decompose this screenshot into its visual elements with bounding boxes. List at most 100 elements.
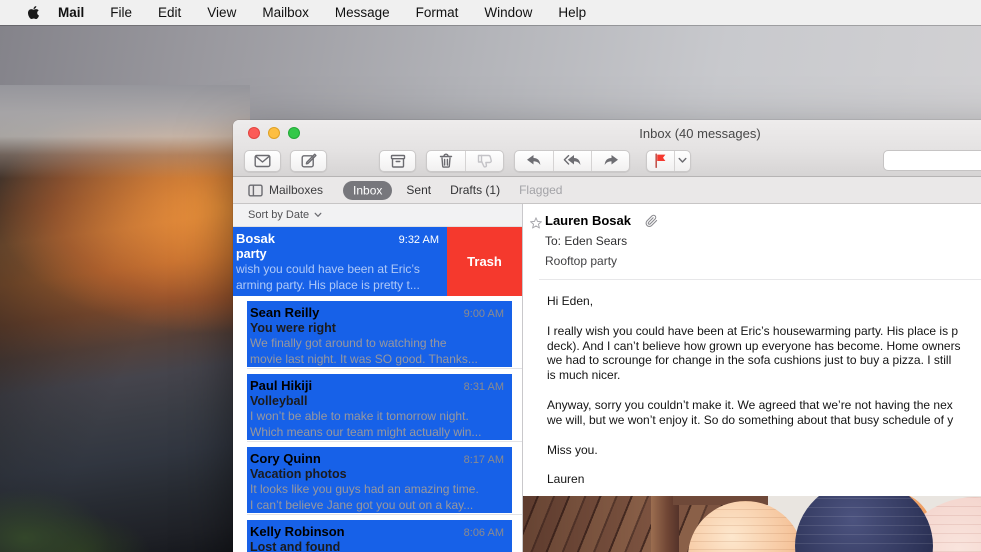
message-header: Lauren Bosak To: Eden Sears Rooftop part… — [523, 204, 981, 279]
body-paragraph: Anyway, sorry you couldn’t make it. We a… — [547, 398, 981, 428]
preview-line-1: I won’t be able to make it tomorrow nigh… — [250, 409, 469, 423]
forward-button[interactable] — [591, 150, 629, 171]
message-list-row[interactable]: Cory Quinn 8:17 AM Vacation photos It lo… — [233, 442, 522, 515]
message-preview: I won’t be able to make it tomorrow nigh… — [250, 409, 504, 440]
menu-item[interactable]: Help — [558, 5, 586, 20]
chevron-down-icon — [678, 157, 687, 163]
photo-lantern-navy — [795, 496, 933, 552]
title-bar[interactable]: Inbox (40 messages) — [233, 120, 981, 145]
favorites-tab[interactable]: Flagged — [519, 183, 562, 197]
flag-menu-button[interactable] — [674, 150, 690, 171]
apple-menu[interactable] — [27, 5, 40, 20]
content-area: Sort by Date Bosak 9:32 AM party wish yo… — [233, 204, 981, 552]
menu-item[interactable]: View — [207, 5, 236, 20]
body-paragraph: Hi Eden, — [547, 294, 981, 309]
sort-control[interactable]: Sort by Date — [233, 204, 522, 227]
traffic-lights — [248, 127, 300, 139]
window-title: Inbox (40 messages) — [639, 126, 761, 141]
body-line: is much nicer. — [547, 368, 621, 383]
favorites-tab[interactable]: Drafts (1) — [450, 183, 500, 197]
body-paragraph: I really wish you could have been at Eri… — [547, 324, 981, 383]
flag-group — [646, 149, 691, 172]
archive-icon — [390, 154, 405, 168]
apple-logo-icon — [27, 5, 40, 20]
message-subject: party — [236, 247, 267, 261]
body-line: we had to scrounge for change in the sof… — [547, 353, 952, 368]
menu-item[interactable]: Mailbox — [262, 5, 309, 20]
search-input[interactable] — [883, 150, 981, 171]
favorites-tab[interactable]: Inbox — [343, 180, 393, 200]
message-list-row[interactable]: Bosak 9:32 AM party wish you could have … — [233, 227, 522, 296]
favorites-tab[interactable]: Sent — [406, 183, 431, 197]
body-paragraph: Lauren — [547, 472, 981, 487]
flag-icon — [655, 153, 666, 168]
preview-line-2: Which means our team might actually win.… — [250, 424, 482, 439]
message-list-row[interactable]: Kelly Robinson 8:06 AM Lost and found — [233, 515, 522, 552]
body-line: Lauren — [547, 472, 585, 487]
paperclip-icon — [645, 214, 658, 227]
message-to: Eden Sears — [564, 234, 628, 248]
flag-button[interactable] — [647, 151, 674, 171]
compose-button[interactable] — [290, 149, 327, 172]
trash-icon — [439, 153, 453, 168]
to-label: To: — [545, 234, 562, 248]
preview-line-1: It looks like you guys had an amazing ti… — [250, 482, 479, 496]
reply-all-icon — [563, 154, 581, 165]
archive-button[interactable] — [379, 149, 416, 172]
favorites-tabs: Inbox Sent Drafts (1) Flagged — [343, 180, 581, 200]
message-body: Hi Eden, I really wish you could have bee… — [523, 280, 981, 487]
reply-icon — [527, 155, 541, 165]
body-line: deck). And I can’t believe how grown up … — [547, 338, 961, 353]
message-time: 8:17 AM — [463, 454, 504, 466]
thumbs-down-icon — [477, 154, 492, 168]
wallpaper-cliff — [0, 85, 250, 552]
envelope-icon — [254, 154, 271, 167]
message-subject: Vacation photos — [250, 467, 347, 481]
menu-item[interactable]: Edit — [158, 5, 181, 20]
attachment-photo — [523, 496, 981, 552]
message-subject: Volleyball — [250, 394, 308, 408]
junk-button[interactable] — [465, 150, 503, 171]
delete-button[interactable] — [427, 151, 465, 171]
menu-item[interactable]: Window — [484, 5, 532, 20]
body-line: we will, but we won’t enjoy it. So do so… — [547, 412, 954, 427]
reply-all-button[interactable] — [553, 150, 591, 171]
menu-items: Mail File Edit View Mailbox Message Format Wind… — [58, 5, 612, 20]
body-paragraph: Miss you. — [547, 443, 981, 458]
window-chrome: Inbox (40 messages) — [233, 120, 981, 177]
message-list-row[interactable]: Paul Hikiji 8:31 AM Volleyball I won’t b… — [233, 369, 522, 442]
menu-item[interactable]: File — [110, 5, 132, 20]
star-icon[interactable] — [530, 216, 542, 234]
favorites-bar: Mailboxes Inbox Sent Drafts (1) Flagged — [233, 177, 981, 204]
preview-line-2: movie last night. It was SO good. Thanks… — [250, 351, 478, 366]
menu-item[interactable]: Message — [335, 5, 390, 20]
trash-swipe-button[interactable]: Trash — [447, 227, 522, 296]
menu-item[interactable]: Mail — [58, 5, 84, 20]
message-from: Lauren Bosak — [545, 213, 631, 228]
menu-bar: Mail File Edit View Mailbox Message Format Wind… — [0, 0, 981, 25]
menu-item[interactable]: Format — [416, 5, 459, 20]
preview-line-2: I can’t believe Jane got you out on a ka… — [250, 497, 474, 512]
preview-line-2: arming party. His place is pretty t... — [236, 277, 420, 292]
reply-button[interactable] — [515, 151, 553, 171]
get-mail-button[interactable] — [244, 149, 281, 172]
message-preview: It looks like you guys had an amazing ti… — [250, 482, 504, 513]
message-time: 9:00 AM — [463, 308, 504, 320]
mailboxes-label: Mailboxes — [269, 183, 324, 197]
zoom-button[interactable] — [288, 127, 300, 139]
minimize-button[interactable] — [268, 127, 280, 139]
message-subject: You were right — [250, 321, 336, 335]
message-preview: We finally got around to watching the mo… — [250, 336, 504, 367]
body-line: I really wish you could have been at Eri… — [547, 323, 959, 338]
sidebar-icon — [248, 184, 263, 197]
message-list-row[interactable]: Sean Reilly 9:00 AM You were right We fi… — [233, 296, 522, 369]
forward-icon — [604, 155, 618, 165]
message-list-pane: Sort by Date Bosak 9:32 AM party wish yo… — [233, 204, 523, 552]
body-line: Miss you. — [547, 442, 598, 457]
trash-junk-group — [426, 149, 504, 172]
mailboxes-toggle[interactable]: Mailboxes — [248, 183, 323, 197]
chevron-down-icon — [314, 212, 322, 217]
preview-line-1: We finally got around to watching the — [250, 336, 447, 350]
close-button[interactable] — [248, 127, 260, 139]
body-line: Hi Eden, — [547, 294, 594, 308]
